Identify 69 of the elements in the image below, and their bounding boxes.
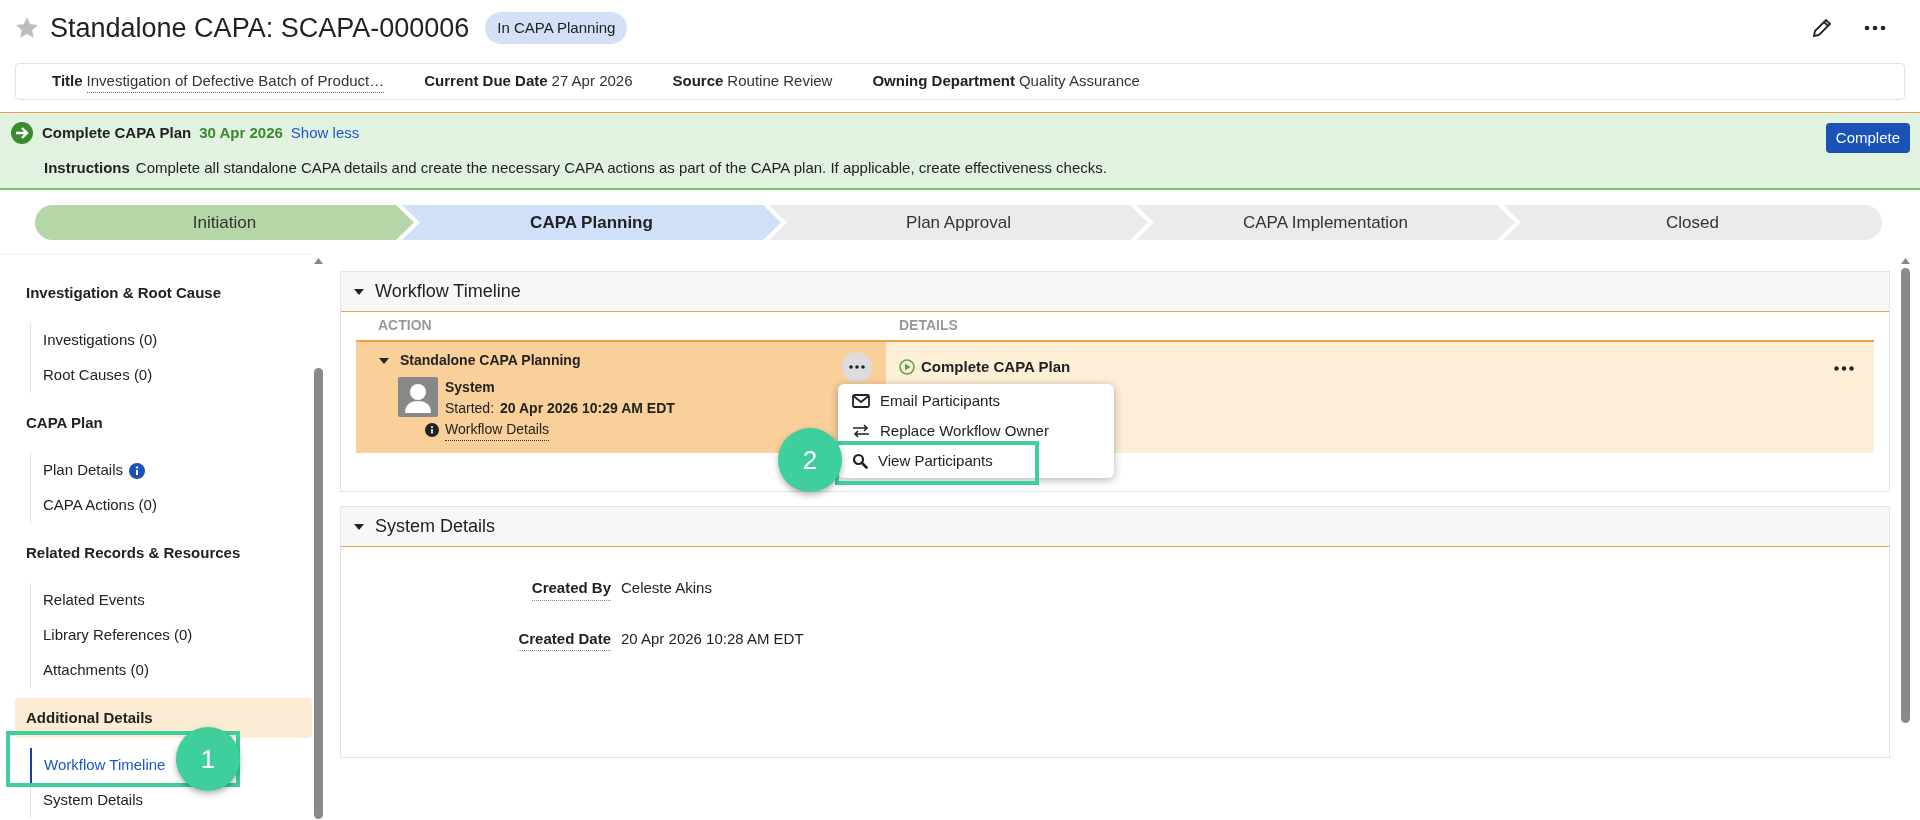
sidebar-item[interactable]: Investigations (0) — [43, 329, 158, 352]
column-header: ACTION — [377, 316, 433, 335]
stage-step: CAPA Planning — [402, 205, 781, 240]
mail-icon — [852, 394, 870, 408]
field-label: Owning Department — [872, 71, 1015, 92]
scroll-up-icon[interactable] — [313, 258, 323, 264]
pencil-icon[interactable] — [1810, 16, 1834, 40]
stage-step: Plan Approval — [769, 205, 1148, 240]
arrow-right-icon — [10, 121, 34, 146]
more-icon[interactable] — [1834, 366, 1854, 371]
field-label: Created Date — [518, 627, 611, 651]
menu-item[interactable]: Email Participants — [852, 388, 1001, 414]
panel-title: System Details — [375, 515, 496, 538]
sidebar-heading: Investigation & Root Cause — [25, 282, 223, 303]
field-value: Quality Assurance — [1018, 71, 1140, 92]
menu-item[interactable]: View Participants — [852, 448, 993, 474]
started-label: Started: — [445, 399, 495, 418]
sidebar-item[interactable]: Library References (0) — [43, 624, 193, 647]
sidebar-heading: Additional Details — [15, 698, 312, 738]
sidebar-item[interactable]: Root Causes (0) — [43, 364, 153, 387]
info-icon — [425, 423, 439, 437]
sidebar-item[interactable]: CAPA Actions (0) — [43, 494, 157, 517]
field-label: Source — [672, 71, 724, 92]
started-time: 20 Apr 2026 10:29 AM EDT — [500, 399, 675, 418]
scrollbar-thumb[interactable] — [1900, 268, 1910, 723]
swap-arrows-icon — [852, 424, 870, 438]
instructions-label: Instructions — [44, 158, 130, 179]
status-badge: In CAPA Planning — [485, 11, 628, 45]
info-icon — [129, 462, 146, 479]
field-value: 20 Apr 2026 10:28 AM EDT — [621, 628, 805, 649]
field-label: Created By — [531, 577, 611, 601]
sidebar-item[interactable]: Workflow Timeline — [44, 754, 166, 777]
complete-button[interactable]: Complete — [1825, 123, 1910, 153]
field-label: Title — [52, 71, 83, 92]
more-actions-button[interactable] — [842, 352, 872, 382]
sidebar-item[interactable]: System Details — [43, 789, 144, 812]
sidebar-heading: Related Records & Resources — [25, 542, 242, 563]
scroll-up-icon[interactable] — [1900, 258, 1910, 264]
sidebar-item[interactable]: Plan Details — [43, 459, 146, 482]
field-value: 27 Apr 2026 — [551, 71, 633, 92]
sidebar-item[interactable]: Attachments (0) — [43, 659, 149, 682]
task-name: Complete CAPA Plan — [42, 123, 192, 143]
field-value[interactable]: Investigation of Defective Batch of Product… — [86, 69, 385, 94]
panel-title: Workflow Timeline — [375, 280, 521, 303]
field-value: Celeste Akins — [621, 578, 713, 598]
sidebar-heading: CAPA Plan — [25, 412, 104, 433]
column-header: DETAILS — [898, 316, 958, 335]
workflow-details-link[interactable]: Workflow Details — [445, 419, 549, 441]
show-less-link[interactable]: Show less — [290, 122, 360, 145]
stage-step: CAPA Implementation — [1136, 205, 1515, 240]
field-label: Current Due Date — [424, 71, 548, 92]
record-title: Standalone CAPA: SCAPA-000006 — [50, 11, 470, 45]
play-icon — [899, 359, 915, 376]
more-icon — [849, 365, 865, 369]
instructions-text: Complete all standalone CAPA details and create the necessary CAPA actions as part of the CAPA plan. If applicable, create effectiveness checks. — [135, 158, 1107, 179]
stage-step: Initiation — [35, 205, 414, 240]
scrollbar-thumb[interactable] — [313, 368, 323, 819]
task-due-date: 30 Apr 2026 — [199, 123, 283, 143]
avatar — [398, 377, 438, 417]
field-value: Routine Review — [727, 71, 833, 92]
more-icon[interactable] — [1864, 25, 1886, 31]
star-icon[interactable] — [14, 15, 40, 41]
menu-item[interactable]: Replace Workflow Owner — [852, 418, 1049, 444]
workflow-name: Standalone CAPA Planning — [400, 351, 581, 370]
search-icon — [852, 453, 868, 469]
sidebar-item[interactable]: Related Events — [43, 589, 145, 612]
user-name: System — [445, 378, 496, 397]
stage-step: Closed — [1503, 205, 1882, 240]
task-name: Complete CAPA Plan — [921, 357, 1071, 377]
